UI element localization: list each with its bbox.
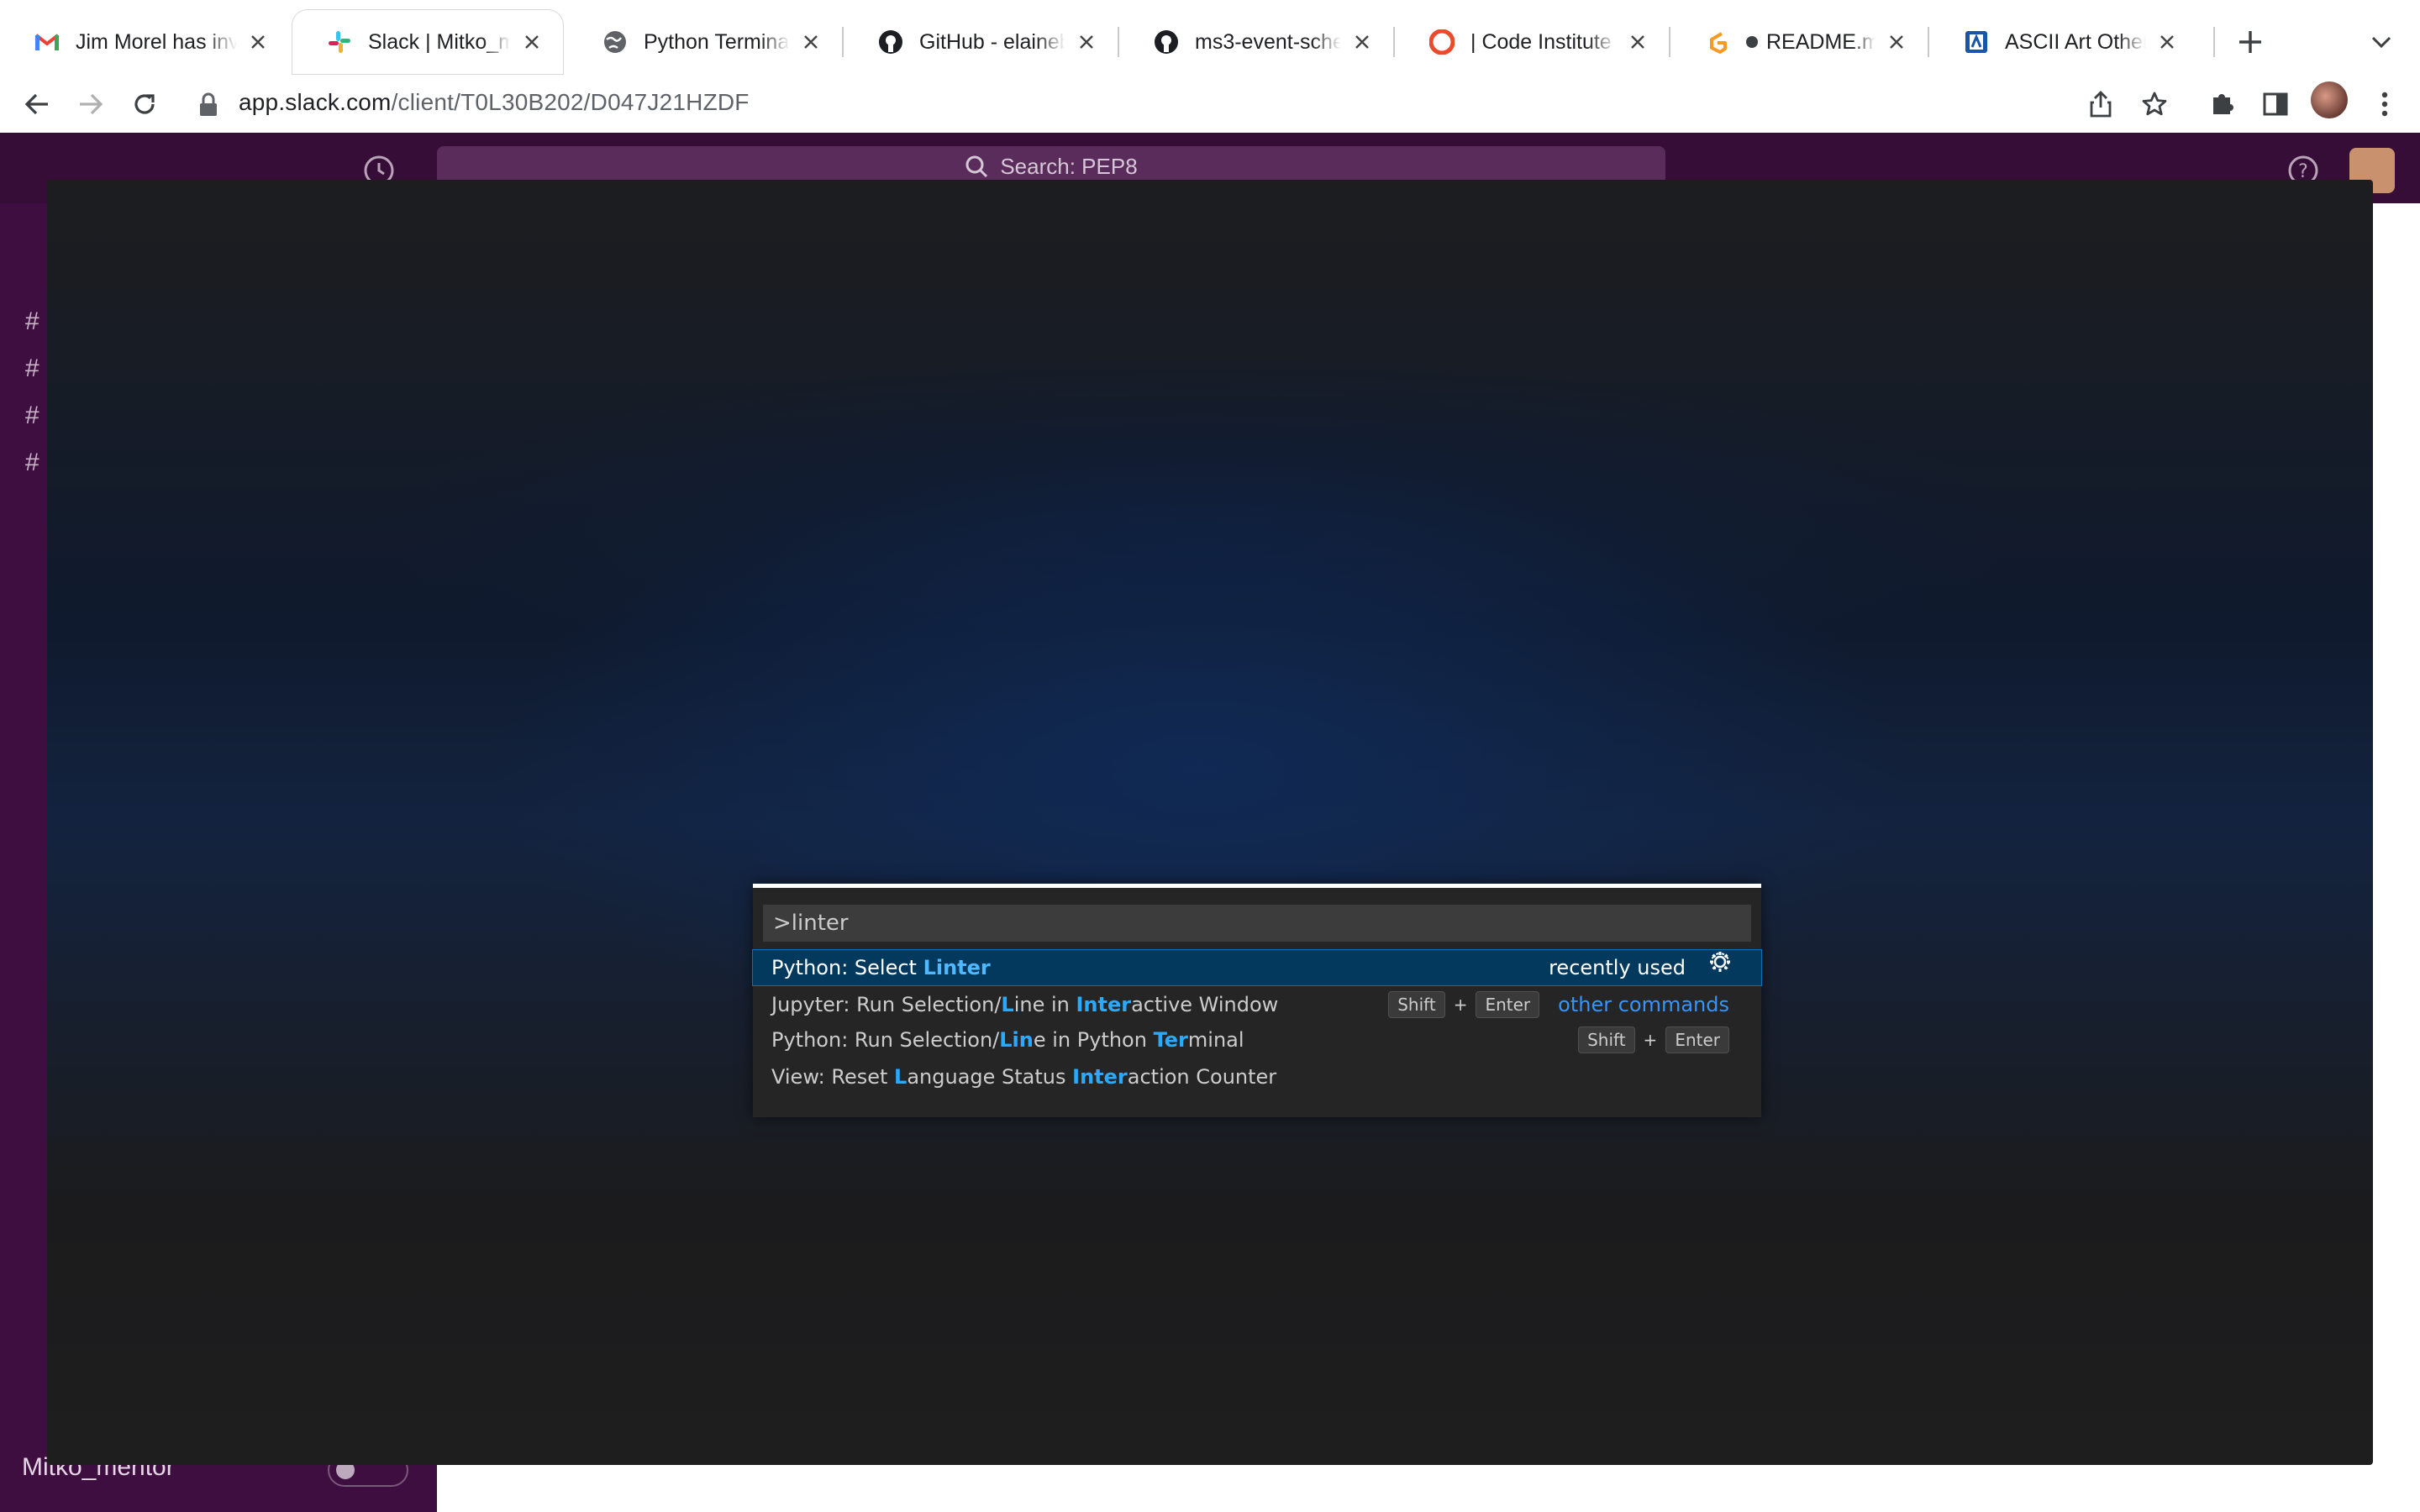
profile-avatar[interactable]: [2311, 81, 2348, 118]
browser-tab-7[interactable]: README.md —: [1670, 10, 1928, 74]
close-icon[interactable]: [2154, 29, 2180, 55]
github-icon: [1153, 29, 1180, 55]
gear-icon[interactable]: [1707, 949, 1733, 987]
command-palette-input[interactable]: [763, 905, 1751, 942]
item-label-match: Inter: [1072, 1065, 1128, 1089]
tab-title: Jim Morel has inv: [76, 29, 237, 54]
browser-tab-8[interactable]: ASCII Art Other -: [1929, 10, 2198, 74]
gmail-icon: [34, 29, 60, 55]
key-shift: Shift: [1578, 1026, 1635, 1053]
channel-hash-icon: #: [25, 449, 39, 476]
command-item-jupyter-run-selection[interactable]: Jupyter: Run Selection/Line in Interacti…: [753, 987, 1761, 1022]
other-commands-link[interactable]: other commands: [1558, 987, 1729, 1022]
code-institute-icon: [1428, 29, 1455, 55]
search-icon: [965, 155, 988, 178]
key-shift: Shift: [1388, 991, 1445, 1018]
command-palette: Python: Select Linter recently used Jupy…: [752, 884, 1762, 1117]
item-label-part: Jupyter: Run Selection/: [771, 993, 1002, 1016]
url-host: app.slack.com: [239, 89, 392, 115]
tab-title: | Code Institute: [1470, 29, 1612, 54]
close-icon[interactable]: [798, 29, 823, 55]
command-item-reset-language-status[interactable]: View: Reset Language Status Interaction …: [753, 1059, 1761, 1095]
item-label-match: Lin: [999, 1028, 1034, 1052]
item-label-match: Ter: [1153, 1028, 1188, 1052]
item-label-match: L: [1001, 993, 1014, 1016]
item-label-match: Linter: [923, 956, 991, 979]
tab-title: Python Terminal b: [644, 29, 790, 54]
item-label-part: Python: Run Selection/: [771, 1028, 1000, 1052]
item-label-match: Inter: [1076, 993, 1132, 1016]
item-label-part: View: Reset: [771, 1065, 895, 1089]
key-plus: +: [1643, 1030, 1658, 1050]
channel-hash-icon: #: [25, 402, 39, 429]
tab-title: Slack | Mitko_mer: [368, 29, 511, 54]
channel-hash-icon: #: [25, 307, 39, 335]
item-keybinding: Shift + Enter: [1578, 1022, 1729, 1058]
gitpod-icon: [1704, 29, 1731, 55]
browser-tab-1[interactable]: Jim Morel has inv: [0, 10, 289, 74]
key-enter: Enter: [1476, 991, 1540, 1018]
share-icon[interactable]: [2081, 84, 2121, 124]
github-icon: [877, 29, 904, 55]
browser-tab-4[interactable]: GitHub - elainebro: [844, 10, 1118, 74]
tab-search-chevron-down-icon[interactable]: [2365, 25, 2398, 59]
ascii-art-icon: [1963, 29, 1990, 55]
browser-tab-strip: Jim Morel has inv Slack | Mitko_mer Pyth…: [0, 0, 2420, 84]
globe-icon: [602, 29, 629, 55]
extensions-puzzle-icon[interactable]: [2202, 84, 2242, 124]
tab-title: ASCII Art Other -: [2005, 29, 2146, 54]
item-label-match: L: [894, 1065, 908, 1089]
recently-used-label: recently used: [1549, 956, 1686, 979]
key-enter: Enter: [1665, 1026, 1729, 1053]
item-label-part: minal: [1187, 1028, 1244, 1052]
item-meta: recently used: [1549, 950, 1733, 985]
unsaved-dot-icon: [1746, 36, 1758, 48]
vscode-window: Python: Select Linter recently used Jupy…: [47, 180, 2373, 1465]
reload-icon[interactable]: [124, 84, 165, 124]
item-label-part: ine in: [1013, 993, 1076, 1016]
close-icon[interactable]: [1349, 29, 1375, 55]
key-plus: +: [1453, 995, 1468, 1015]
tab-title: GitHub - elainebro: [919, 29, 1065, 54]
browser-tab-6[interactable]: | Code Institute: [1395, 10, 1669, 74]
item-keybinding: Shift + Enter other commands: [1388, 987, 1729, 1022]
tab-separator: [2213, 27, 2215, 57]
slack-icon: [326, 29, 353, 55]
browser-toolbar: app.slack.com/client/T0L30B202/D047J21HZ…: [0, 76, 2420, 134]
tab-title: README.md —: [1766, 29, 1876, 54]
back-arrow-icon[interactable]: [17, 84, 57, 124]
channel-hash-icon: #: [25, 354, 39, 382]
slack-search-label: Search: PEP8: [1000, 153, 1138, 179]
address-bar[interactable]: app.slack.com/client/T0L30B202/D047J21HZ…: [239, 89, 750, 116]
item-label-part: active Window: [1131, 993, 1279, 1016]
close-icon[interactable]: [1074, 29, 1099, 55]
item-label-part: anguage Status: [907, 1065, 1073, 1089]
more-vertical-icon[interactable]: [2365, 84, 2405, 124]
close-icon[interactable]: [1884, 29, 1909, 55]
side-panel-icon[interactable]: [2255, 84, 2296, 124]
browser-tab-5[interactable]: ms3-event-sched: [1119, 10, 1393, 74]
close-icon[interactable]: [1625, 29, 1650, 55]
forward-arrow-icon[interactable]: [71, 84, 111, 124]
item-label-part: e in Python: [1033, 1028, 1154, 1052]
command-item-select-linter[interactable]: Python: Select Linter recently used: [752, 949, 1762, 986]
item-label-part: action Counter: [1127, 1065, 1277, 1089]
item-label-part: Python: Select: [771, 956, 923, 979]
browser-tab-3[interactable]: Python Terminal b: [568, 10, 842, 74]
command-item-python-run-selection[interactable]: Python: Run Selection/Line in Python Ter…: [753, 1022, 1761, 1058]
bookmark-star-icon[interactable]: [2134, 84, 2175, 124]
tab-title: ms3-event-sched: [1195, 29, 1341, 54]
close-icon[interactable]: [245, 29, 271, 55]
close-icon[interactable]: [519, 29, 544, 55]
url-path: /client/T0L30B202/D047J21HZDF: [391, 89, 750, 115]
lock-icon[interactable]: [198, 92, 224, 118]
new-tab-button[interactable]: [2232, 24, 2269, 60]
browser-tab-2[interactable]: Slack | Mitko_mer: [292, 10, 563, 74]
